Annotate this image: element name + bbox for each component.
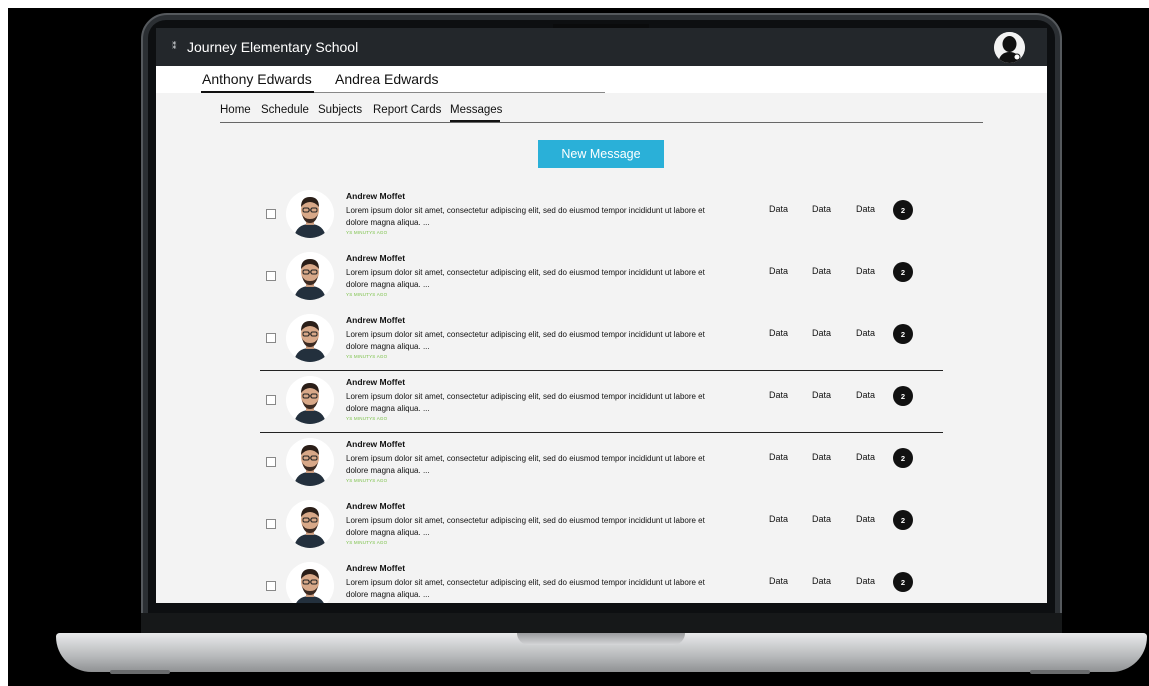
data-cell-2: Data <box>812 576 832 586</box>
message-row[interactable]: Andrew Moffet Lorem ipsum dolor sit amet… <box>260 189 943 251</box>
data-cell-1: Data <box>769 390 789 400</box>
checkbox-icon[interactable] <box>266 209 276 219</box>
message-preview: Lorem ipsum dolor sit amet, consectetur … <box>346 330 705 351</box>
data-cell-3: Data <box>856 390 876 400</box>
nav-subjects[interactable]: Subjects <box>318 104 362 116</box>
data-cell-1: Data <box>769 328 789 338</box>
message-preview: Lorem ipsum dolor sit amet, consectetur … <box>346 268 705 289</box>
message-time: YS MINUTYS AGO <box>346 292 388 297</box>
laptop-foot <box>110 670 170 674</box>
student-tabs: Anthony Edwards Andrea Edwards <box>156 66 1047 93</box>
sender-name: Andrew Moffet <box>346 501 406 511</box>
nav-active-indicator <box>450 120 500 122</box>
data-cell-2: Data <box>812 328 832 338</box>
message-preview: Lorem ipsum dolor sit amet, consectetur … <box>346 392 705 413</box>
nav-report-cards[interactable]: Report Cards <box>373 104 441 116</box>
sender-avatar <box>286 252 334 300</box>
sender-name: Andrew Moffet <box>346 191 406 201</box>
data-cell-1: Data <box>769 204 789 214</box>
dots-icon[interactable]: ⁑ <box>172 42 177 51</box>
app-screen: ⁑ Journey Elementary School Anthony Edwa… <box>156 28 1047 603</box>
message-preview: Lorem ipsum dolor sit amet, consectetur … <box>346 578 705 599</box>
message-row[interactable]: Andrew Moffet Lorem ipsum dolor sit amet… <box>260 251 943 313</box>
app-header: ⁑ Journey Elementary School <box>156 28 1047 66</box>
sender-avatar <box>286 438 334 486</box>
data-cell-3: Data <box>856 204 876 214</box>
data-cell-2: Data <box>812 452 832 462</box>
nav-home[interactable]: Home <box>220 104 251 116</box>
unread-count-badge: 2 <box>893 448 913 468</box>
unread-count-badge: 2 <box>893 386 913 406</box>
data-cell-3: Data <box>856 452 876 462</box>
message-row[interactable]: Andrew Moffet Lorem ipsum dolor sit amet… <box>260 499 943 561</box>
laptop-opening-lip <box>517 633 685 645</box>
checkbox-icon[interactable] <box>266 519 276 529</box>
message-time: YS MINUTYS AGO <box>346 478 388 483</box>
data-cell-2: Data <box>812 204 832 214</box>
student-tab-anthony[interactable]: Anthony Edwards <box>202 71 312 87</box>
data-cell-1: Data <box>769 576 789 586</box>
sender-name: Andrew Moffet <box>346 563 406 573</box>
unread-count-badge: 2 <box>893 324 913 344</box>
nav-messages[interactable]: Messages <box>450 104 502 116</box>
school-name: Journey Elementary School <box>187 39 359 55</box>
data-cell-3: Data <box>856 514 876 524</box>
data-cell-1: Data <box>769 514 789 524</box>
sender-avatar <box>286 562 334 603</box>
row-divider <box>260 370 943 371</box>
unread-count-badge: 2 <box>893 200 913 220</box>
data-cell-2: Data <box>812 266 832 276</box>
row-divider <box>260 432 943 433</box>
unread-count-badge: 2 <box>893 262 913 282</box>
data-cell-2: Data <box>812 514 832 524</box>
checkbox-icon[interactable] <box>266 271 276 281</box>
sender-avatar <box>286 314 334 362</box>
message-time: YS MINUTYS AGO <box>346 354 388 359</box>
user-avatar-icon[interactable] <box>994 32 1025 63</box>
laptop-foot <box>1030 670 1090 674</box>
sender-name: Andrew Moffet <box>346 377 406 387</box>
data-cell-3: Data <box>856 576 876 586</box>
sender-avatar <box>286 190 334 238</box>
new-message-button[interactable]: New Message <box>538 140 664 168</box>
checkbox-icon[interactable] <box>266 457 276 467</box>
data-cell-2: Data <box>812 390 832 400</box>
sender-avatar <box>286 376 334 424</box>
message-time: YS MINUTYS AGO <box>346 230 388 235</box>
message-time: YS MINUTYS AGO <box>346 540 388 545</box>
message-preview: Lorem ipsum dolor sit amet, consectetur … <box>346 206 705 227</box>
unread-count-badge: 2 <box>893 510 913 530</box>
message-row[interactable]: Andrew Moffet Lorem ipsum dolor sit amet… <box>260 437 943 499</box>
sender-name: Andrew Moffet <box>346 315 406 325</box>
unread-count-badge: 2 <box>893 572 913 592</box>
sender-avatar <box>286 500 334 548</box>
message-row[interactable]: Andrew Moffet Lorem ipsum dolor sit amet… <box>260 375 943 437</box>
data-cell-3: Data <box>856 328 876 338</box>
nav-schedule[interactable]: Schedule <box>261 104 309 116</box>
checkbox-icon[interactable] <box>266 395 276 405</box>
checkbox-icon[interactable] <box>266 581 276 591</box>
student-tab-andrea[interactable]: Andrea Edwards <box>335 71 439 87</box>
data-cell-1: Data <box>769 452 789 462</box>
laptop-hinge <box>141 613 1062 635</box>
checkbox-icon[interactable] <box>266 333 276 343</box>
sender-name: Andrew Moffet <box>346 253 406 263</box>
data-cell-3: Data <box>856 266 876 276</box>
sender-name: Andrew Moffet <box>346 439 406 449</box>
message-preview: Lorem ipsum dolor sit amet, consectetur … <box>346 454 705 475</box>
message-row[interactable]: Andrew Moffet Lorem ipsum dolor sit amet… <box>260 561 943 603</box>
data-cell-1: Data <box>769 266 789 276</box>
message-row[interactable]: Andrew Moffet Lorem ipsum dolor sit amet… <box>260 313 943 375</box>
message-time: YS MINUTYS AGO <box>346 416 388 421</box>
nav-divider <box>220 122 983 123</box>
message-preview: Lorem ipsum dolor sit amet, consectetur … <box>346 516 705 537</box>
student-tab-active-indicator <box>201 91 314 93</box>
